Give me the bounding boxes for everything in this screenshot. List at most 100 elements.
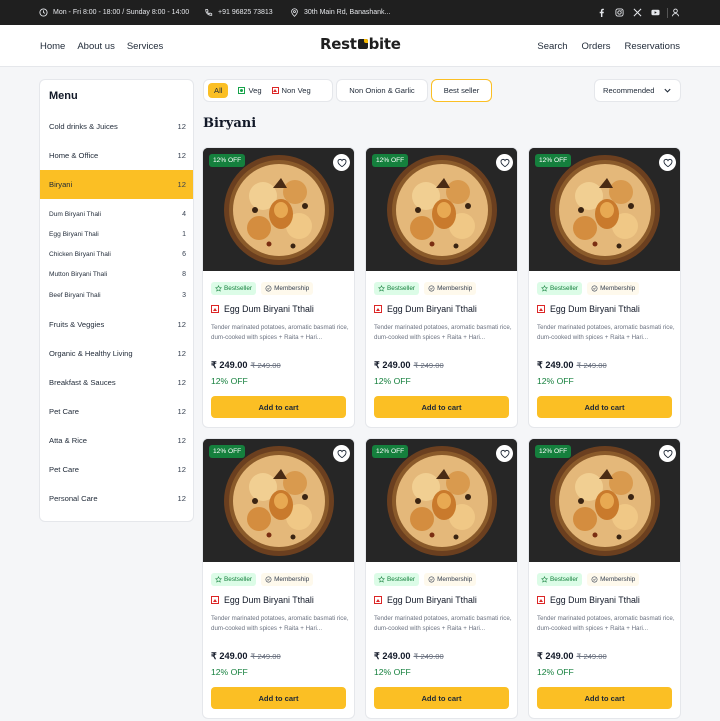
product-title[interactable]: Egg Dum Biryani Tthali [211,595,314,605]
filter-all[interactable]: All [208,83,229,98]
wishlist-button[interactable] [333,445,350,462]
product-image[interactable]: 12% OFF [366,439,517,562]
non-veg-icon [211,596,219,604]
discount-text: 12% OFF [537,376,574,386]
product-name[interactable]: Egg Dum Biryani Tthali [224,595,314,605]
product-name[interactable]: Egg Dum Biryani Tthali [550,595,640,605]
logo-text-left: Rest [320,35,357,53]
add-to-cart-button[interactable]: Add to cart [211,687,346,709]
location-pin-icon [291,8,298,17]
product-title[interactable]: Egg Dum Biryani Tthali [537,595,640,605]
product-title[interactable]: Egg Dum Biryani Tthali [211,304,314,314]
logo[interactable]: Rest bite [320,35,401,53]
price-original: ₹ 249.00 [250,652,281,661]
product-name[interactable]: Egg Dum Biryani Tthali [224,304,314,314]
user-icon[interactable] [671,8,680,17]
discount-badge: 12% OFF [535,445,572,458]
product-card[interactable]: 12% OFF Bestseller Membership Egg Dum Bi… [528,438,681,719]
sidebar-item-cold-drinks[interactable]: Cold drinks & Juices 12 [40,112,193,141]
nav-services[interactable]: Services [127,41,163,52]
sidebar-item-count: 12 [177,436,186,445]
price-current: ₹ 249.00 [374,360,411,370]
wishlist-button[interactable] [496,154,513,171]
sidebar-item-biryani[interactable]: Biryani 12 [40,170,193,199]
add-to-cart-button[interactable]: Add to cart [537,687,672,709]
sort-dropdown[interactable]: Recommended [594,79,681,102]
sidebar-item-count: 12 [177,320,186,329]
add-to-cart-button[interactable]: Add to cart [374,687,509,709]
instagram-icon[interactable] [615,8,624,17]
product-price: ₹ 249.00 ₹ 249.00 [374,360,444,371]
product-image[interactable]: 12% OFF [366,148,517,271]
nav-orders[interactable]: Orders [582,41,611,52]
product-card[interactable]: 12% OFF Bestseller Membership Egg Dum Bi… [528,147,681,428]
topbar-divider [667,8,668,18]
sidebar-item-home-office[interactable]: Home & Office 12 [40,141,193,170]
sidebar-item-breakfast[interactable]: Breakfast & Sauces 12 [40,368,193,397]
product-title[interactable]: Egg Dum Biryani Tthali [374,304,477,314]
bestseller-tag-label: Bestseller [387,285,416,292]
sidebar-item-pet-care-2[interactable]: Pet Care 12 [40,455,193,484]
sidebar-item-fruits-veggies[interactable]: Fruits & Veggies 12 [40,310,193,339]
sidebar-item-pet-care[interactable]: Pet Care 12 [40,397,193,426]
address-info[interactable]: 30th Main Rd, Banashank... [290,0,390,25]
phone-number[interactable]: +91 96825 73813 [218,9,273,16]
account-link[interactable] [671,0,680,25]
price-original: ₹ 249.00 [576,652,607,661]
nav-search[interactable]: Search [537,41,567,52]
price-current: ₹ 249.00 [211,360,248,370]
sidebar-item-atta-rice[interactable]: Atta & Rice 12 [40,426,193,455]
sidebar-subitem-chicken-biryani[interactable]: Chicken Biryani Thali 6 [40,244,193,264]
nav-about-us[interactable]: About us [77,41,115,52]
nav-reservations[interactable]: Reservations [625,41,680,52]
filter-best-seller[interactable]: Best seller [431,79,492,102]
filter-non-veg-label: Non Veg [281,86,311,95]
bestseller-tag-label: Bestseller [387,576,416,583]
x-twitter-icon[interactable] [633,8,642,17]
heart-icon [663,158,672,167]
phone-info[interactable]: +91 96825 73813 [204,0,273,25]
filter-non-onion-garlic[interactable]: Non Onion & Garlic [336,79,428,102]
nav-home[interactable]: Home [40,41,65,52]
wishlist-button[interactable] [496,445,513,462]
product-image[interactable]: 12% OFF [529,439,680,562]
sidebar-subitem-dum-biryani[interactable]: Dum Biryani Thali 4 [40,204,193,224]
bestseller-tag-label: Bestseller [224,576,253,583]
sidebar-subitem-egg-biryani[interactable]: Egg Biryani Thali 1 [40,224,193,244]
add-to-cart-button[interactable]: Add to cart [374,396,509,418]
discount-text: 12% OFF [211,376,248,386]
sidebar-subitem-mutton-biryani[interactable]: Mutton Biryani Thali 8 [40,264,193,284]
discount-badge: 12% OFF [209,154,246,167]
product-image[interactable]: 12% OFF [529,148,680,271]
bestseller-tag: Bestseller [374,282,420,295]
wishlist-button[interactable] [659,154,676,171]
membership-tag: Membership [424,573,477,586]
sidebar-item-organic[interactable]: Organic & Healthy Living 12 [40,339,193,368]
product-card[interactable]: 12% OFF Bestseller Membership Egg Dum Bi… [365,147,518,428]
product-title[interactable]: Egg Dum Biryani Tthali [537,304,640,314]
product-card[interactable]: 12% OFF Bestseller Membership Egg Dum Bi… [202,147,355,428]
filter-non-veg[interactable]: Non Veg [271,86,311,95]
filter-veg[interactable]: Veg [238,86,262,95]
product-image[interactable]: 12% OFF [203,439,354,562]
check-circle-icon [265,576,272,583]
product-name[interactable]: Egg Dum Biryani Tthali [387,304,477,314]
sidebar-subitem-beef-biryani[interactable]: Beef Biryani Thali 3 [40,285,193,305]
product-name[interactable]: Egg Dum Biryani Tthali [550,304,640,314]
product-title[interactable]: Egg Dum Biryani Tthali [374,595,477,605]
product-card[interactable]: 12% OFF Bestseller Membership Egg Dum Bi… [365,438,518,719]
youtube-icon[interactable] [651,8,660,17]
wishlist-button[interactable] [333,154,350,171]
wishlist-button[interactable] [659,445,676,462]
address-text[interactable]: 30th Main Rd, Banashank... [304,9,390,16]
facebook-icon[interactable] [597,8,606,17]
sidebar-item-personal-care[interactable]: Personal Care 12 [40,484,193,513]
product-price: ₹ 249.00 ₹ 249.00 [374,651,444,662]
add-to-cart-button[interactable]: Add to cart [211,396,346,418]
product-card[interactable]: 12% OFF Bestseller Membership Egg Dum Bi… [202,438,355,719]
product-name[interactable]: Egg Dum Biryani Tthali [387,595,477,605]
filter-veg-label: Veg [248,86,262,95]
sidebar-item-count: 6 [182,250,186,258]
add-to-cart-button[interactable]: Add to cart [537,396,672,418]
product-image[interactable]: 12% OFF [203,148,354,271]
